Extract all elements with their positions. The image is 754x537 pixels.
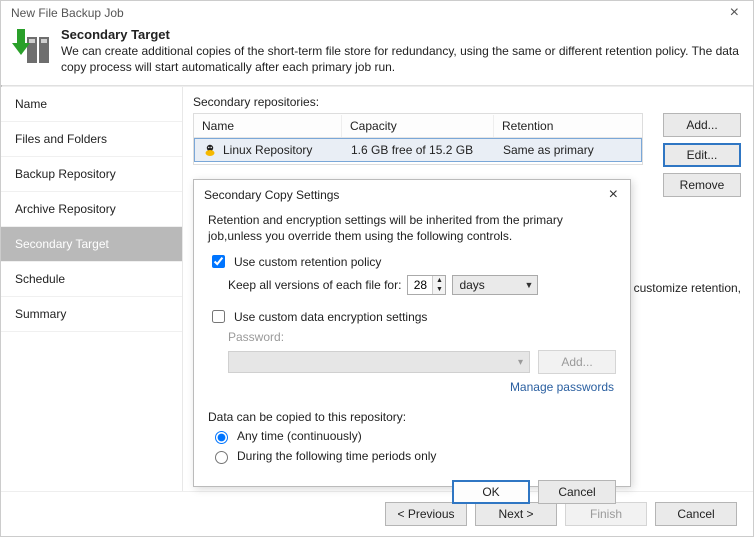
window-title: New File Backup Job	[11, 6, 124, 20]
keep-value-input[interactable]	[408, 276, 432, 294]
dialog-footer: OK Cancel	[194, 472, 630, 516]
radio-periods[interactable]	[215, 451, 228, 464]
column-capacity[interactable]: Capacity	[342, 115, 494, 137]
table-header: Name Capacity Retention	[194, 114, 642, 138]
chevron-down-icon: ▼	[525, 280, 534, 290]
dialog-cancel-button[interactable]: Cancel	[538, 480, 616, 504]
custom-encryption-row[interactable]: Use custom data encryption settings	[208, 307, 616, 326]
nav-item-summary[interactable]: Summary	[1, 297, 182, 332]
edit-button[interactable]: Edit...	[663, 143, 741, 167]
custom-retention-row[interactable]: Use custom retention policy	[208, 252, 616, 271]
column-retention[interactable]: Retention	[494, 115, 642, 137]
radio-any-time-label: Any time (continuously)	[237, 429, 362, 443]
table-row[interactable]: Linux Repository 1.6 GB free of 15.2 GB …	[194, 138, 642, 162]
custom-retention-label: Use custom retention policy	[234, 255, 381, 269]
cell-name: Linux Repository	[223, 143, 312, 157]
custom-retention-checkbox[interactable]	[212, 255, 225, 268]
cell-capacity: 1.6 GB free of 15.2 GB	[343, 141, 495, 159]
repositories-label: Secondary repositories:	[193, 95, 741, 109]
password-select: ▾	[228, 351, 530, 373]
radio-periods-row[interactable]: During the following time periods only	[210, 448, 616, 464]
remove-button[interactable]: Remove	[663, 173, 741, 197]
password-label: Password:	[228, 330, 284, 344]
nav-item-secondary-target[interactable]: Secondary Target	[1, 227, 182, 262]
nav-item-name[interactable]: Name	[1, 87, 182, 122]
nav-item-archive-repository[interactable]: Archive Repository	[1, 192, 182, 227]
ok-button[interactable]: OK	[452, 480, 530, 504]
wizard-window: New File Backup Job × Secondary Target W…	[0, 0, 754, 537]
cancel-button[interactable]: Cancel	[655, 502, 737, 526]
dialog-title: Secondary Copy Settings	[204, 188, 339, 202]
password-label-row: Password:	[228, 330, 616, 344]
radio-any-time-row[interactable]: Any time (continuously)	[210, 428, 616, 444]
custom-encryption-checkbox[interactable]	[212, 310, 225, 323]
page-title: Secondary Target	[61, 27, 743, 42]
wizard-header-text: Secondary Target We can create additiona…	[61, 27, 743, 75]
keep-unit-value: days	[459, 278, 484, 292]
titlebar: New File Backup Job ×	[1, 1, 753, 23]
dialog-description: Retention and encryption settings will b…	[208, 212, 616, 244]
keep-value-stepper[interactable]: ▲ ▼	[407, 275, 446, 295]
add-password-button: Add...	[538, 350, 616, 374]
repositories-table: Name Capacity Retention Linux Repository…	[193, 113, 643, 165]
repo-side-buttons: Add... Edit... Remove	[663, 113, 741, 197]
radio-any-time[interactable]	[215, 431, 228, 444]
cell-retention: Same as primary	[495, 141, 641, 159]
column-name[interactable]: Name	[194, 115, 342, 137]
keep-versions-label: Keep all versions of each file for:	[228, 278, 401, 292]
add-button[interactable]: Add...	[663, 113, 741, 137]
secondary-target-icon	[11, 27, 51, 70]
close-icon[interactable]: ×	[724, 5, 745, 21]
nav-item-files-folders[interactable]: Files and Folders	[1, 122, 182, 157]
keep-unit-select[interactable]: days ▼	[452, 275, 538, 295]
nav-item-backup-repository[interactable]: Backup Repository	[1, 157, 182, 192]
stepper-up-icon[interactable]: ▲	[433, 276, 445, 285]
dialog-body: Retention and encryption settings will b…	[194, 208, 630, 472]
keep-versions-row: Keep all versions of each file for: ▲ ▼ …	[228, 275, 616, 295]
dialog-close-icon[interactable]: ×	[605, 186, 622, 204]
customize-retention-text: customize retention,	[634, 281, 741, 295]
chevron-down-icon: ▾	[518, 357, 523, 368]
wizard-nav: Name Files and Folders Backup Repository…	[1, 87, 183, 491]
page-description: We can create additional copies of the s…	[61, 44, 743, 75]
linux-repo-icon	[203, 143, 217, 157]
password-row: ▾ Add...	[228, 350, 616, 374]
secondary-copy-settings-dialog: Secondary Copy Settings × Retention and …	[193, 179, 631, 487]
manage-passwords-link[interactable]: Manage passwords	[208, 380, 614, 394]
dialog-titlebar: Secondary Copy Settings ×	[194, 180, 630, 208]
wizard-header: Secondary Target We can create additiona…	[1, 23, 753, 85]
custom-encryption-label: Use custom data encryption settings	[234, 310, 427, 324]
radio-periods-label: During the following time periods only	[237, 449, 436, 463]
copy-schedule-label: Data can be copied to this repository:	[208, 410, 616, 424]
nav-item-schedule[interactable]: Schedule	[1, 262, 182, 297]
stepper-down-icon[interactable]: ▼	[433, 285, 445, 294]
